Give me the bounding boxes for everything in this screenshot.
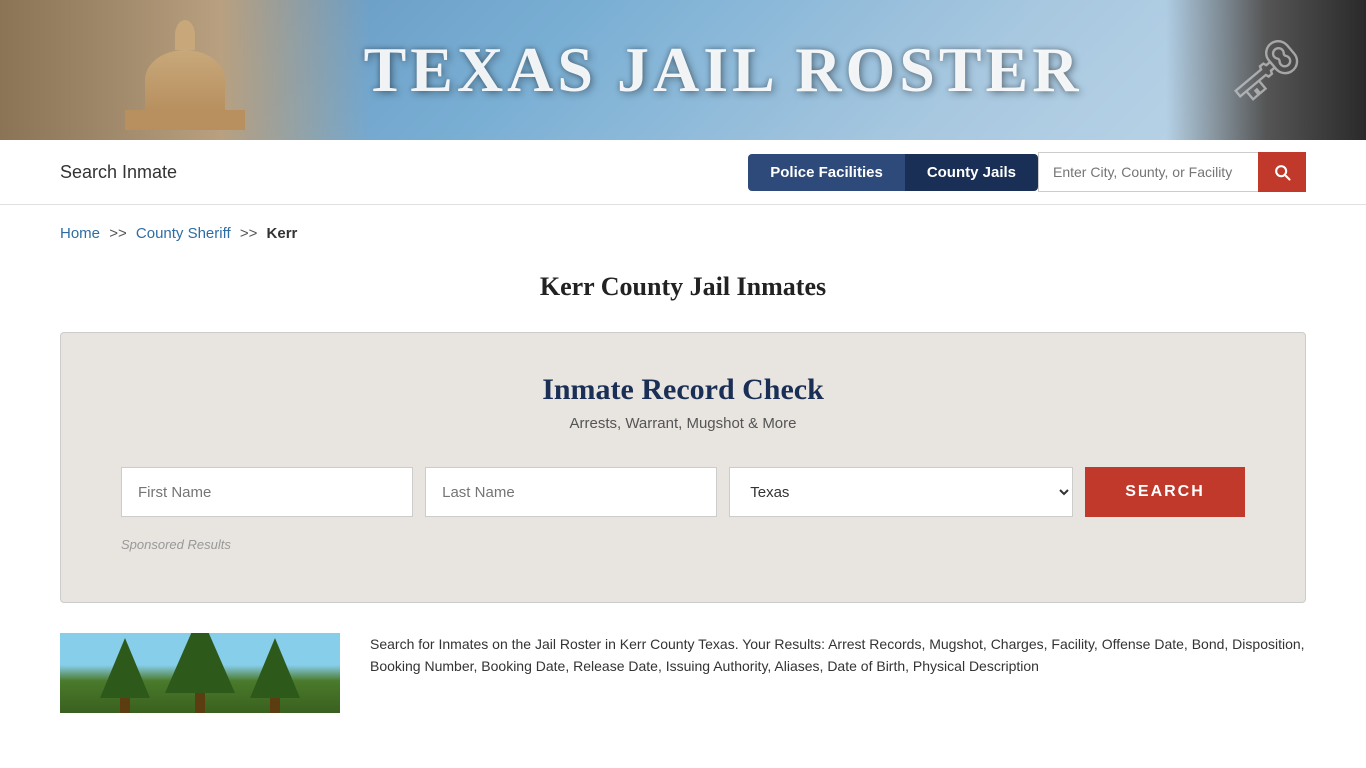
header-banner: Texas Jail Roster 🗝 (0, 0, 1366, 140)
tree-trunk-2 (195, 693, 205, 713)
breadcrumb-sep-1: >> (109, 225, 127, 242)
county-jails-button[interactable]: County Jails (905, 154, 1038, 191)
inmate-search-button[interactable]: SEARCH (1085, 467, 1245, 517)
dome-body (145, 50, 225, 110)
keys-icon: 🗝 (1228, 35, 1304, 106)
search-form-row: AlabamaAlaskaArizonaArkansasCaliforniaCo… (121, 467, 1245, 517)
tree-top-1 (100, 638, 150, 698)
last-name-input[interactable] (425, 467, 717, 517)
breadcrumb-sep-2: >> (240, 225, 258, 242)
breadcrumb-current: Kerr (267, 225, 298, 242)
inmate-search-box: Inmate Record Check Arrests, Warrant, Mu… (60, 332, 1306, 603)
tree-3 (250, 638, 300, 713)
search-inmate-label: Search Inmate (60, 162, 177, 183)
bottom-section: Search for Inmates on the Jail Roster in… (60, 633, 1306, 743)
inmate-search-subtitle: Arrests, Warrant, Mugshot & More (121, 415, 1245, 432)
inmate-search-title: Inmate Record Check (121, 373, 1245, 407)
capitol-image (0, 0, 370, 140)
tree-2 (165, 633, 235, 713)
page-title: Kerr County Jail Inmates (0, 252, 1366, 332)
search-icon (1272, 162, 1292, 182)
tree-trunk-3 (270, 698, 280, 713)
bottom-description: Search for Inmates on the Jail Roster in… (370, 633, 1306, 713)
nav-bar: Search Inmate Police Facilities County J… (0, 140, 1366, 205)
dome-top (175, 20, 195, 50)
tree-top-2 (165, 633, 235, 693)
tree-top-3 (250, 638, 300, 698)
county-image (60, 633, 340, 713)
site-title: Texas Jail Roster (364, 33, 1083, 107)
capitol-dome-graphic (95, 20, 275, 140)
breadcrumb: Home >> County Sheriff >> Kerr (0, 205, 1366, 252)
tree-trunk-1 (120, 698, 130, 713)
nav-right-section: Police Facilities County Jails (748, 152, 1306, 192)
main-content: Inmate Record Check Arrests, Warrant, Mu… (0, 332, 1366, 743)
breadcrumb-county-sheriff-link[interactable]: County Sheriff (136, 225, 231, 242)
tree-graphic (60, 665, 340, 713)
police-facilities-button[interactable]: Police Facilities (748, 154, 905, 191)
first-name-input[interactable] (121, 467, 413, 517)
breadcrumb-home-link[interactable]: Home (60, 225, 100, 242)
state-select[interactable]: AlabamaAlaskaArizonaArkansasCaliforniaCo… (729, 467, 1073, 517)
facility-search-input[interactable] (1038, 152, 1258, 192)
facility-search-button[interactable] (1258, 152, 1306, 192)
dome-base (125, 110, 245, 130)
sponsored-label: Sponsored Results (121, 537, 1245, 552)
jail-keys-image: 🗝 (1166, 0, 1366, 140)
tree-1 (100, 638, 150, 713)
